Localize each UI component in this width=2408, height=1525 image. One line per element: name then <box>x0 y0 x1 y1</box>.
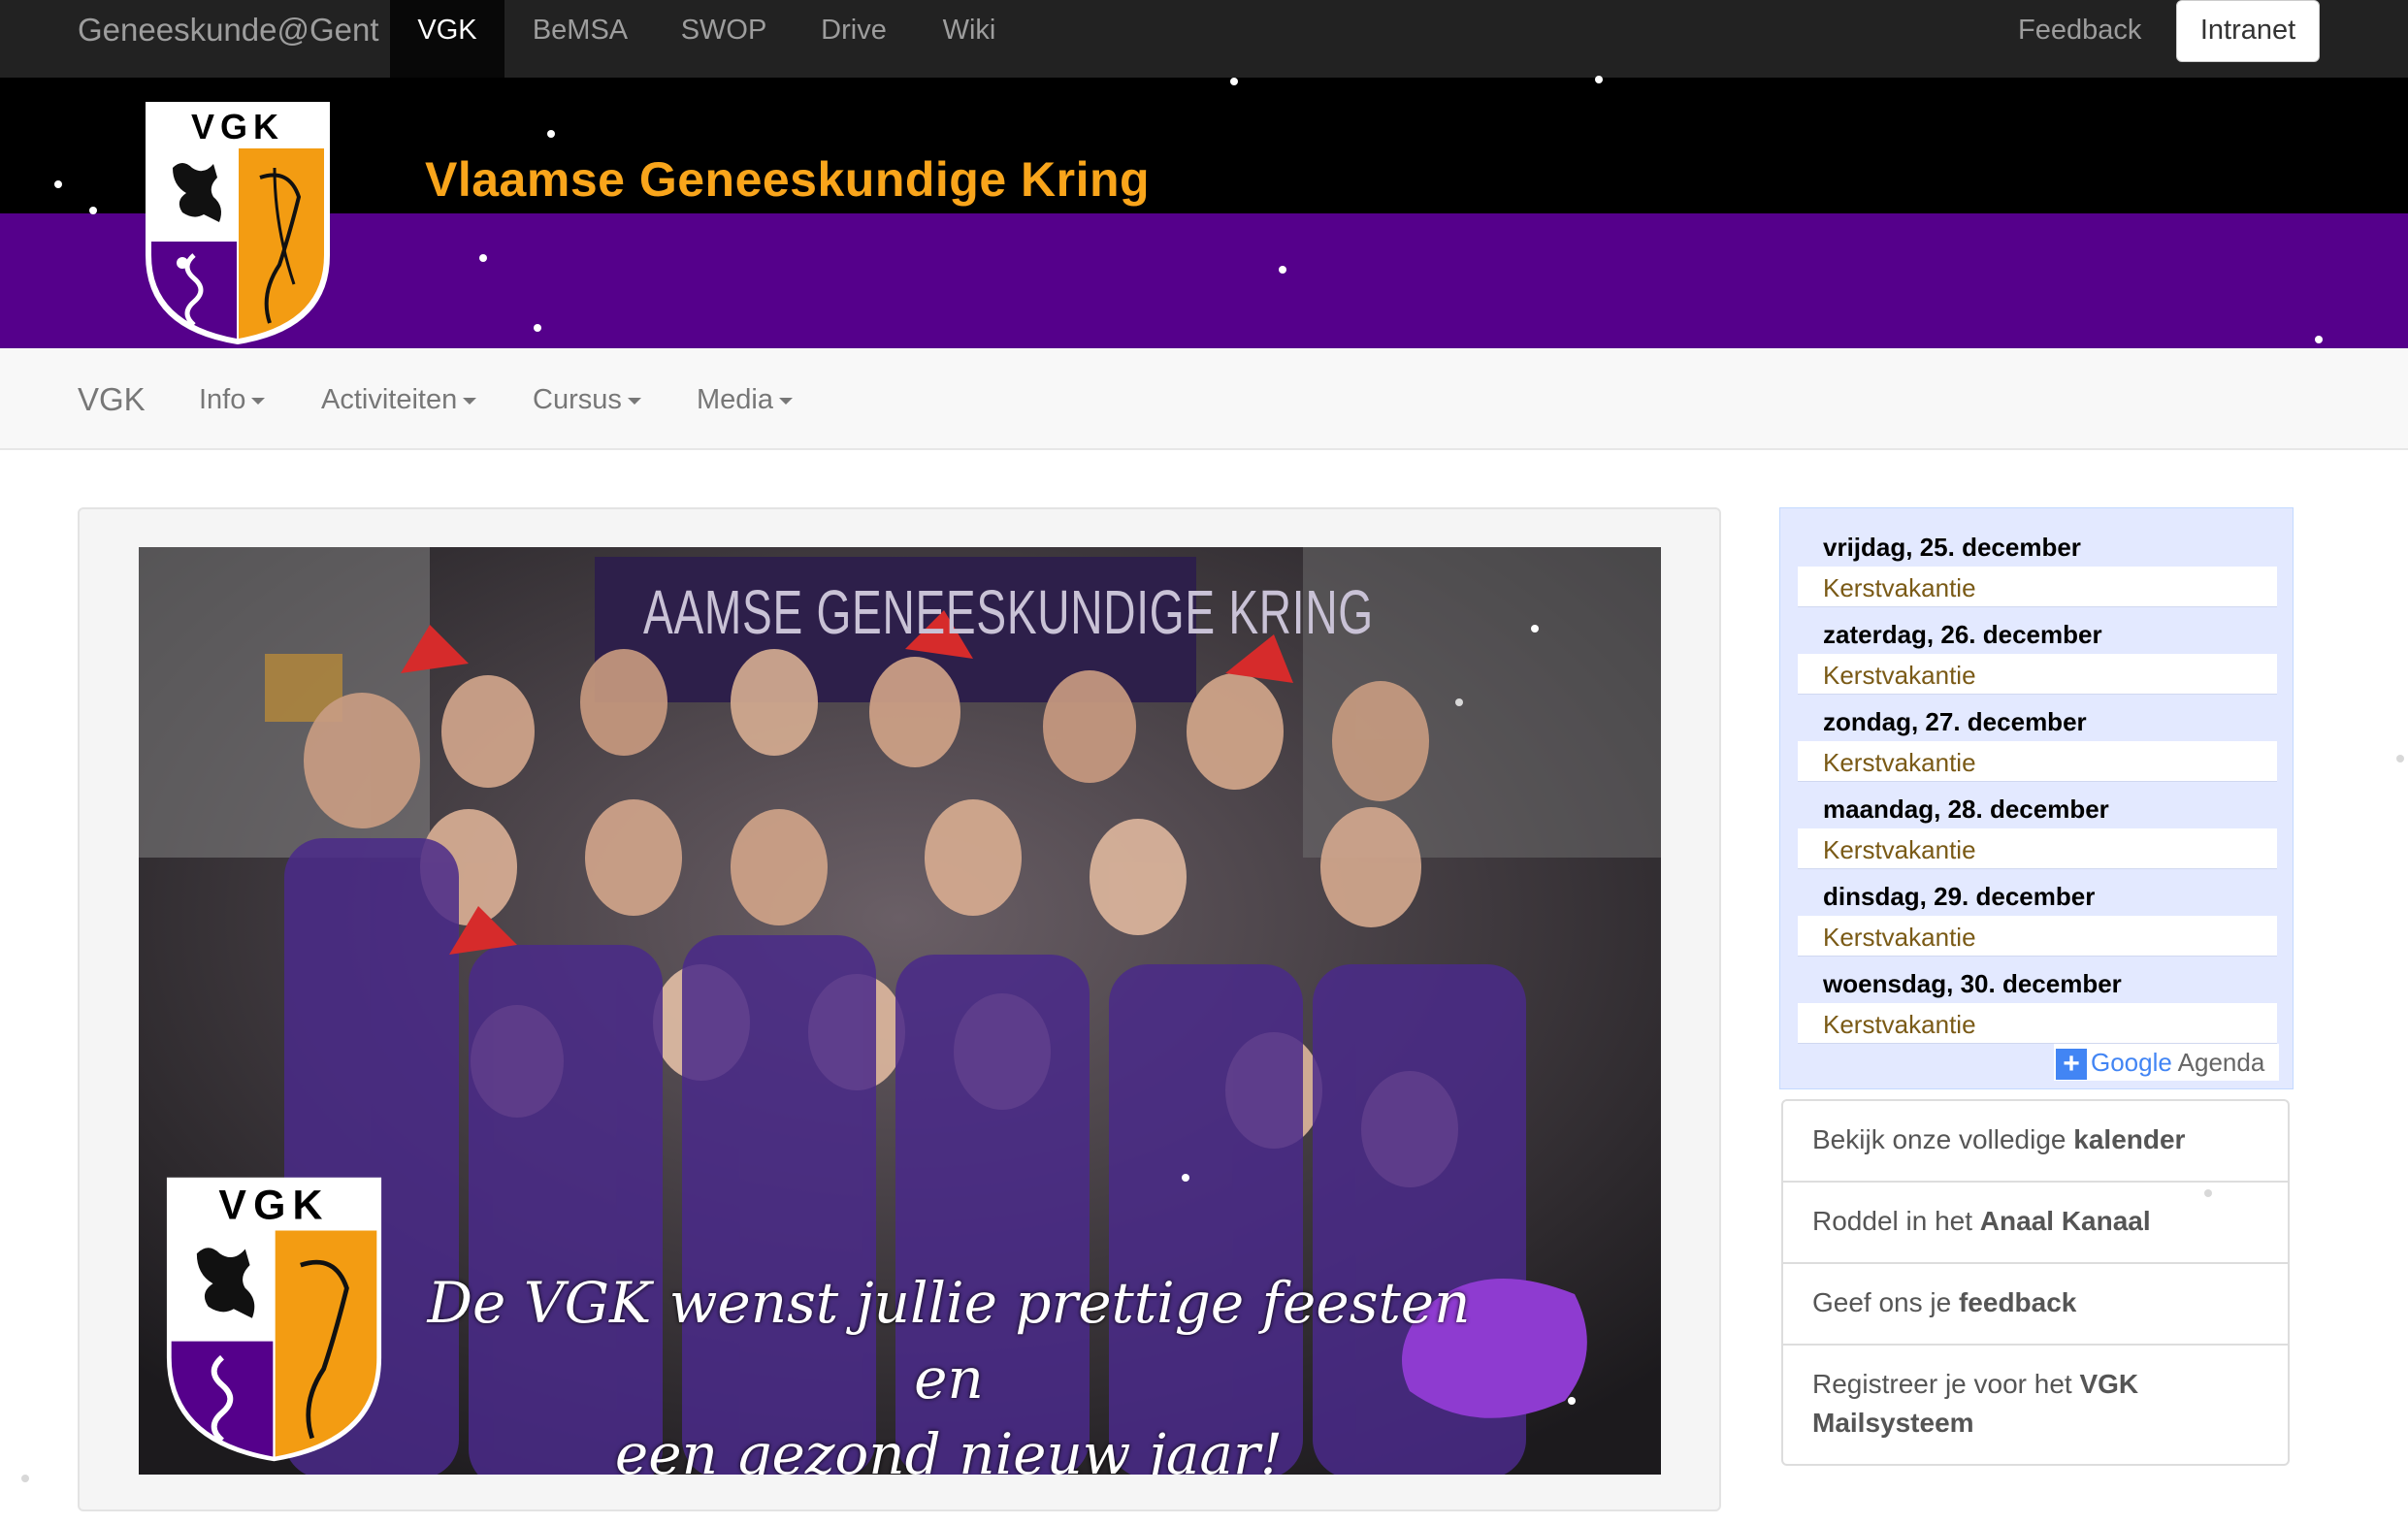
photo-caption: De VGK wenst jullie prettige feesten en … <box>391 1265 1507 1475</box>
caret-down-icon <box>251 397 266 405</box>
quick-links-list: Bekijk onze volledige kalender Roddel in… <box>1781 1099 2290 1466</box>
photo-vgk-logo: VGK <box>166 1177 382 1462</box>
agenda-event[interactable]: Kerstvakantie <box>1798 654 2277 695</box>
logo-text: VGK <box>191 107 284 146</box>
snowflake-dot <box>2396 755 2404 762</box>
photo-banner-text: AAMSE GENEESKUNDIGE KRING <box>643 577 1374 647</box>
agenda-date: zaterdag, 26. december <box>1823 620 2102 649</box>
link-text: Geef ons je <box>1812 1287 1959 1317</box>
tab-bemsa[interactable]: BeMSA <box>504 0 656 78</box>
intranet-button[interactable]: Intranet <box>2176 0 2320 62</box>
mailsysteem-link[interactable]: Registreer je voor het VGK Mailsysteem <box>1783 1346 2288 1464</box>
tab-drive[interactable]: Drive <box>792 0 916 78</box>
google-agenda-widget[interactable]: vrijdag, 25. december Kerstvakantie zate… <box>1779 507 2294 1089</box>
header-banner-black <box>0 78 2408 213</box>
caret-down-icon <box>463 397 477 405</box>
feedback-list-link[interactable]: Geef ons je feedback <box>1783 1264 2288 1346</box>
link-bold-text: kalender <box>2073 1124 2186 1154</box>
subnav-media-dropdown[interactable]: Media <box>697 348 793 448</box>
agenda-event[interactable]: Kerstvakantie <box>1798 741 2277 782</box>
agenda-date: woensdag, 30. december <box>1823 969 2122 998</box>
site-title[interactable]: Vlaamse Geneeskundige Kring <box>425 151 1150 208</box>
snowflake-dot <box>89 207 97 214</box>
site-brand-link[interactable]: Geneeskunde@Gent <box>78 0 379 78</box>
subnav-activiteiten-dropdown[interactable]: Activiteiten <box>321 348 477 448</box>
snowflake-dot <box>1279 266 1286 274</box>
snowflake-dot <box>21 1475 29 1482</box>
link-bold-text: feedback <box>1958 1287 2077 1317</box>
agenda-event[interactable]: Kerstvakantie <box>1798 916 2277 957</box>
agenda-event[interactable]: Kerstvakantie <box>1798 1003 2277 1044</box>
tab-swop[interactable]: SWOP <box>656 0 792 78</box>
link-text: Roddel in het <box>1812 1206 1980 1236</box>
snowflake-dot <box>2204 1189 2212 1197</box>
link-text: Registreer je voor het <box>1812 1369 2080 1399</box>
subnav-label: Activiteiten <box>321 384 458 415</box>
top-navbar: Geneeskunde@Gent VGK BeMSA SWOP Drive Wi… <box>0 0 2408 78</box>
snowflake-dot <box>1595 76 1603 83</box>
agenda-date: maandag, 28. december <box>1823 795 2109 824</box>
agenda-event[interactable]: Kerstvakantie <box>1798 828 2277 869</box>
link-text: Bekijk onze volledige <box>1812 1124 2074 1154</box>
agenda-date: dinsdag, 29. december <box>1823 882 2096 911</box>
subnav-label: Media <box>697 384 773 415</box>
calendar-link[interactable]: Bekijk onze volledige kalender <box>1783 1101 2288 1183</box>
google-word: Google <box>2091 1048 2172 1077</box>
agenda-date: vrijdag, 25. december <box>1823 533 2081 562</box>
link-bold-text: Anaal Kanaal <box>1979 1206 2151 1236</box>
snowflake-dot <box>534 324 541 332</box>
tab-wiki[interactable]: Wiki <box>916 0 1023 78</box>
snowflake-dot <box>54 180 62 188</box>
agenda-date: zondag, 27. december <box>1823 707 2087 736</box>
feedback-link[interactable]: Feedback <box>2018 0 2141 78</box>
snowflake-dot <box>1568 1397 1576 1405</box>
header-banner-purple <box>0 213 2408 348</box>
snowflake-dot <box>547 130 555 138</box>
snowflake-dot <box>1531 625 1539 633</box>
google-agenda-badge[interactable]: + Google Agenda <box>2054 1044 2279 1081</box>
plus-icon: + <box>2056 1049 2087 1081</box>
snowflake-dot <box>2315 336 2323 343</box>
agenda-event[interactable]: Kerstvakantie <box>1798 567 2277 607</box>
snowflake-dot <box>479 254 487 262</box>
caret-down-icon <box>779 397 793 405</box>
snowflake-dot <box>1230 78 1238 85</box>
christmas-group-photo[interactable]: AAMSE GENEESKUNDIGE KRING VGK De VGK wen… <box>139 547 1661 1475</box>
photo-logo-text: VGK <box>218 1183 329 1229</box>
subnav-label: Info <box>199 384 246 415</box>
google-logo-text: Google <box>2091 1048 2172 1077</box>
subnav-cursus-dropdown[interactable]: Cursus <box>533 348 641 448</box>
tab-vgk[interactable]: VGK <box>390 0 504 78</box>
snowflake-dot <box>1455 698 1463 706</box>
subnav-info-dropdown[interactable]: Info <box>199 348 266 448</box>
photo-caption-line2: een gezond nieuw jaar! <box>614 1421 1284 1475</box>
anaal-kanaal-link[interactable]: Roddel in het Anaal Kanaal <box>1783 1183 2288 1264</box>
caret-down-icon <box>627 397 641 405</box>
vgk-logo[interactable]: VGK <box>144 100 332 346</box>
snowflake-dot <box>1182 1174 1189 1182</box>
photo-caption-line1: De VGK wenst jullie prettige feesten en <box>427 1270 1471 1411</box>
agenda-word: Agenda <box>2177 1048 2265 1077</box>
secondary-navbar: VGK Info Activiteiten Cursus Media <box>0 348 2408 450</box>
subnav-label: Cursus <box>533 384 622 415</box>
subnav-brand-vgk[interactable]: VGK <box>78 348 146 448</box>
